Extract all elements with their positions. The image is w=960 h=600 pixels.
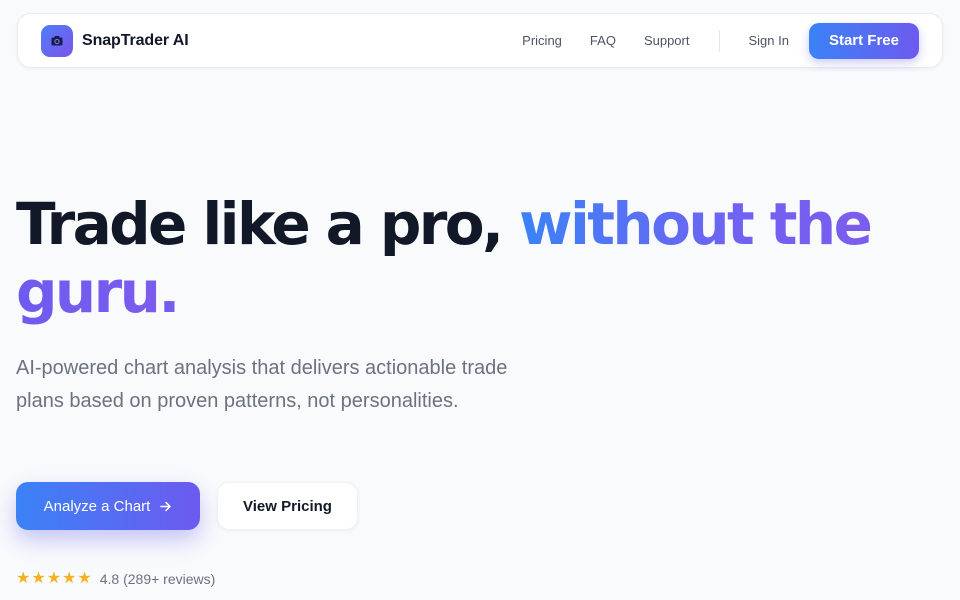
analyze-chart-label: Analyze a Chart bbox=[43, 497, 151, 515]
rating-score: 4.8 bbox=[99, 571, 120, 587]
star-icon: ★ bbox=[46, 570, 62, 587]
navbar: SnapTrader AI Pricing FAQ Support Sign I… bbox=[17, 13, 943, 68]
arrow-right-icon bbox=[160, 501, 172, 511]
headline-highlight: without the bbox=[519, 190, 873, 258]
cta-row: Analyze a Chart View Pricing bbox=[16, 482, 358, 530]
star-icon: ★ bbox=[31, 570, 46, 587]
sign-in-link[interactable]: Sign In bbox=[748, 33, 788, 48]
brand[interactable]: SnapTrader AI bbox=[41, 24, 189, 57]
headline-period: . bbox=[158, 258, 180, 326]
nav-link-faq[interactable]: FAQ bbox=[590, 33, 616, 48]
star-icon: ★ bbox=[16, 570, 31, 587]
logo bbox=[41, 24, 73, 57]
nav-divider bbox=[719, 29, 721, 52]
hero: Trade like a pro, without the guru. AI-p… bbox=[16, 190, 916, 417]
headline-part1: Trade like a pro bbox=[16, 190, 485, 258]
analyze-chart-button[interactable]: Analyze a Chart bbox=[16, 482, 200, 530]
hero-headline: Trade like a pro, without the guru. bbox=[16, 190, 916, 326]
view-pricing-button[interactable]: View Pricing bbox=[217, 482, 358, 530]
camera-icon bbox=[51, 35, 63, 45]
headline-highlight-2: guru bbox=[16, 258, 161, 326]
rating-row: ★ ★ ★ ★ ★ 4.8 (289+ reviews) bbox=[16, 570, 215, 588]
rating-stars: ★ ★ ★ ★ ★ bbox=[16, 570, 92, 588]
star-icon: ★ bbox=[77, 570, 92, 587]
rating-reviews: (289+ reviews) bbox=[123, 571, 216, 587]
star-icon: ★ bbox=[62, 570, 77, 587]
brand-name: SnapTrader AI bbox=[82, 31, 189, 49]
nav-link-pricing[interactable]: Pricing bbox=[522, 33, 562, 48]
start-free-button[interactable]: Start Free bbox=[808, 22, 919, 59]
rating-text: 4.8 (289+ reviews) bbox=[100, 571, 216, 587]
hero-subtext: AI-powered chart analysis that delivers … bbox=[16, 357, 508, 412]
headline-comma: , bbox=[482, 190, 504, 258]
nav-link-support[interactable]: Support bbox=[644, 33, 690, 48]
nav-links: Pricing FAQ Support Sign In Start Free bbox=[522, 22, 919, 59]
